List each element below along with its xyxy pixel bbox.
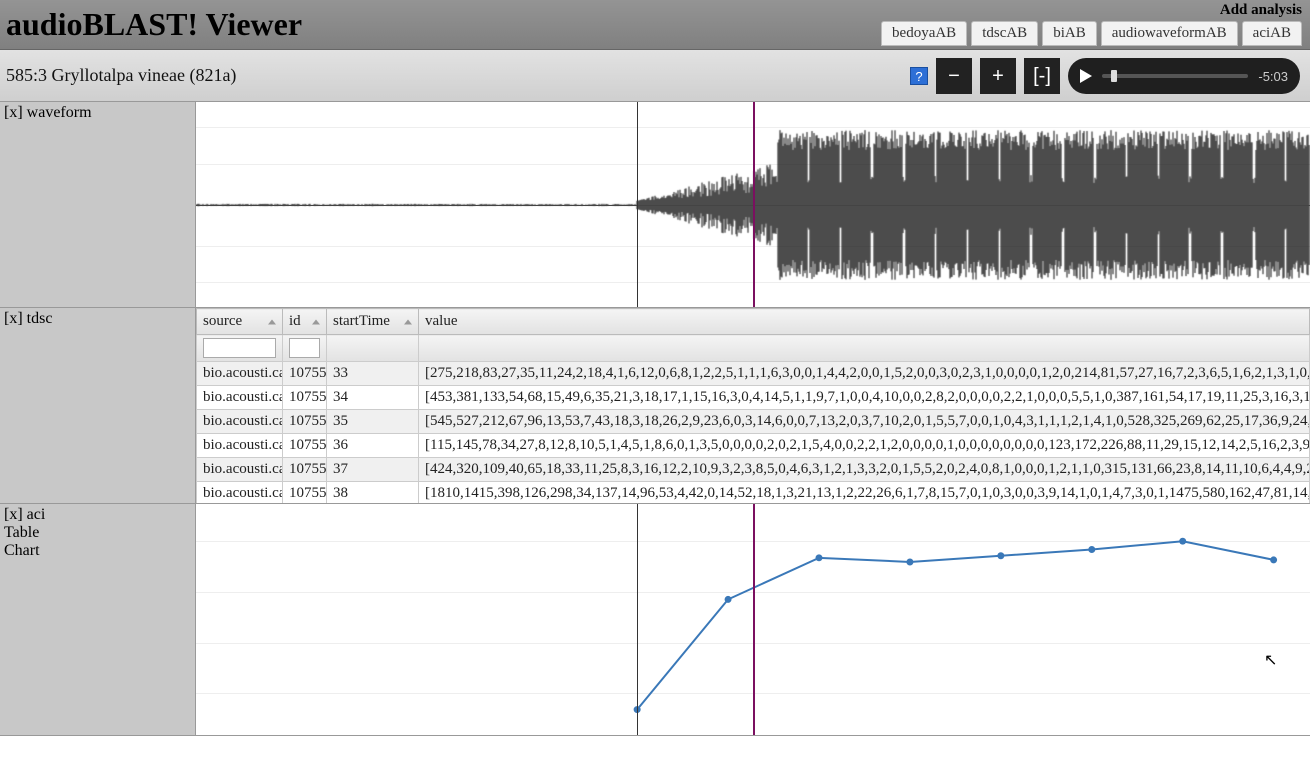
sort-arrow-icon[interactable] bbox=[268, 319, 276, 324]
waveform-panel: [x] waveform bbox=[0, 102, 1310, 308]
time-remaining: -5:03 bbox=[1258, 69, 1288, 84]
tdsc-panel: [x] tdsc sourceidstartTimevalue bio.acou… bbox=[0, 308, 1310, 504]
cell-startTime: 38 bbox=[327, 482, 419, 504]
cell-value: [424,320,109,40,65,18,33,11,25,8,3,16,12… bbox=[419, 458, 1310, 482]
zoom-out-button[interactable]: − bbox=[936, 58, 972, 94]
seek-thumb[interactable] bbox=[1111, 70, 1117, 82]
cell-id: 10755 bbox=[283, 458, 327, 482]
app-title: audioBLAST! Viewer bbox=[6, 6, 302, 43]
cell-id: 10755 bbox=[283, 482, 327, 504]
waveform-panel-label[interactable]: [x] waveform bbox=[0, 102, 196, 307]
filter-starttime-cell bbox=[327, 335, 419, 362]
app-header: audioBLAST! Viewer Add analysis bedoyaAB… bbox=[0, 0, 1310, 50]
cell-value: [275,218,83,27,35,11,24,2,18,4,1,6,12,0,… bbox=[419, 362, 1310, 386]
sort-arrow-icon[interactable] bbox=[404, 319, 412, 324]
cell-source: bio.acousti.ca bbox=[197, 482, 283, 504]
aci-chart-link[interactable]: Chart bbox=[4, 542, 191, 560]
col-header-source[interactable]: source bbox=[197, 309, 283, 335]
filter-source-input[interactable] bbox=[203, 338, 276, 358]
audio-player: -5:03 bbox=[1068, 58, 1300, 94]
analysis-tab-tdscAB[interactable]: tdscAB bbox=[971, 21, 1038, 46]
aci-close[interactable]: [x] aci bbox=[4, 506, 191, 524]
analysis-block: Add analysis bedoyaABtdscABbiABaudiowave… bbox=[881, 2, 1302, 46]
cell-id: 10755 bbox=[283, 410, 327, 434]
waveform-cursor-a[interactable] bbox=[637, 102, 638, 307]
zoom-in-button[interactable]: + bbox=[980, 58, 1016, 94]
cell-value: [545,527,212,67,96,13,53,7,43,18,3,18,26… bbox=[419, 410, 1310, 434]
cell-startTime: 37 bbox=[327, 458, 419, 482]
cell-startTime: 35 bbox=[327, 410, 419, 434]
tdsc-panel-label[interactable]: [x] tdsc bbox=[0, 308, 196, 503]
aci-panel: [x] aci Table Chart bbox=[0, 504, 1310, 736]
cell-source: bio.acousti.ca bbox=[197, 410, 283, 434]
aci-table-link[interactable]: Table bbox=[4, 524, 191, 542]
analysis-tab-biAB[interactable]: biAB bbox=[1042, 21, 1097, 46]
cell-startTime: 34 bbox=[327, 386, 419, 410]
aci-body[interactable] bbox=[196, 504, 1310, 735]
play-icon[interactable] bbox=[1080, 69, 1092, 83]
cell-id: 10755 bbox=[283, 362, 327, 386]
cell-id: 10755 bbox=[283, 434, 327, 458]
cell-value: [453,381,133,54,68,15,49,6,35,21,3,18,17… bbox=[419, 386, 1310, 410]
cell-source: bio.acousti.ca bbox=[197, 458, 283, 482]
waveform-close[interactable]: [x] waveform bbox=[4, 104, 92, 121]
seek-slider[interactable] bbox=[1102, 74, 1248, 78]
tdsc-table: sourceidstartTimevalue bio.acousti.ca107… bbox=[196, 308, 1310, 503]
tdsc-body: sourceidstartTimevalue bio.acousti.ca107… bbox=[196, 308, 1310, 503]
cell-value: [1810,1415,398,126,298,34,137,14,96,53,4… bbox=[419, 482, 1310, 504]
analysis-tab-bedoyaAB[interactable]: bedoyaAB bbox=[881, 21, 967, 46]
table-row[interactable]: bio.acousti.ca1075537[424,320,109,40,65,… bbox=[197, 458, 1310, 482]
aci-panel-label: [x] aci Table Chart bbox=[0, 504, 196, 735]
zoom-reset-button[interactable]: [-] bbox=[1024, 58, 1060, 94]
add-analysis-label[interactable]: Add analysis bbox=[881, 2, 1302, 19]
cell-source: bio.acousti.ca bbox=[197, 362, 283, 386]
aci-cursor-b[interactable] bbox=[753, 504, 755, 735]
track-title: 585:3 Gryllotalpa vineae (821a) bbox=[6, 65, 236, 86]
controls: ? − + [-] -5:03 bbox=[910, 58, 1300, 94]
cell-value: [115,145,78,34,27,8,12,8,10,5,1,4,5,1,8,… bbox=[419, 434, 1310, 458]
table-row[interactable]: bio.acousti.ca1075533[275,218,83,27,35,1… bbox=[197, 362, 1310, 386]
analysis-tab-aciAB[interactable]: aciAB bbox=[1242, 21, 1302, 46]
aci-cursor-a[interactable] bbox=[637, 504, 638, 735]
analysis-tab-audiowaveformAB[interactable]: audiowaveformAB bbox=[1101, 21, 1238, 46]
table-row[interactable]: bio.acousti.ca1075535[545,527,212,67,96,… bbox=[197, 410, 1310, 434]
track-bar: 585:3 Gryllotalpa vineae (821a) ? − + [-… bbox=[0, 50, 1310, 102]
table-row[interactable]: bio.acousti.ca1075538[1810,1415,398,126,… bbox=[197, 482, 1310, 504]
filter-id-input[interactable] bbox=[289, 338, 320, 358]
waveform-cursor-b[interactable] bbox=[753, 102, 755, 307]
help-icon[interactable]: ? bbox=[910, 67, 928, 85]
waveform-body[interactable] bbox=[196, 102, 1310, 307]
cell-source: bio.acousti.ca bbox=[197, 434, 283, 458]
cell-startTime: 36 bbox=[327, 434, 419, 458]
table-row[interactable]: bio.acousti.ca1075534[453,381,133,54,68,… bbox=[197, 386, 1310, 410]
cell-source: bio.acousti.ca bbox=[197, 386, 283, 410]
table-row[interactable]: bio.acousti.ca1075536[115,145,78,34,27,8… bbox=[197, 434, 1310, 458]
tdsc-close[interactable]: [x] tdsc bbox=[4, 310, 52, 327]
sort-arrow-icon[interactable] bbox=[312, 319, 320, 324]
col-header-value[interactable]: value bbox=[419, 309, 1310, 335]
cell-startTime: 33 bbox=[327, 362, 419, 386]
filter-value-cell bbox=[419, 335, 1310, 362]
col-header-startTime[interactable]: startTime bbox=[327, 309, 419, 335]
cell-id: 10755 bbox=[283, 386, 327, 410]
col-header-id[interactable]: id bbox=[283, 309, 327, 335]
